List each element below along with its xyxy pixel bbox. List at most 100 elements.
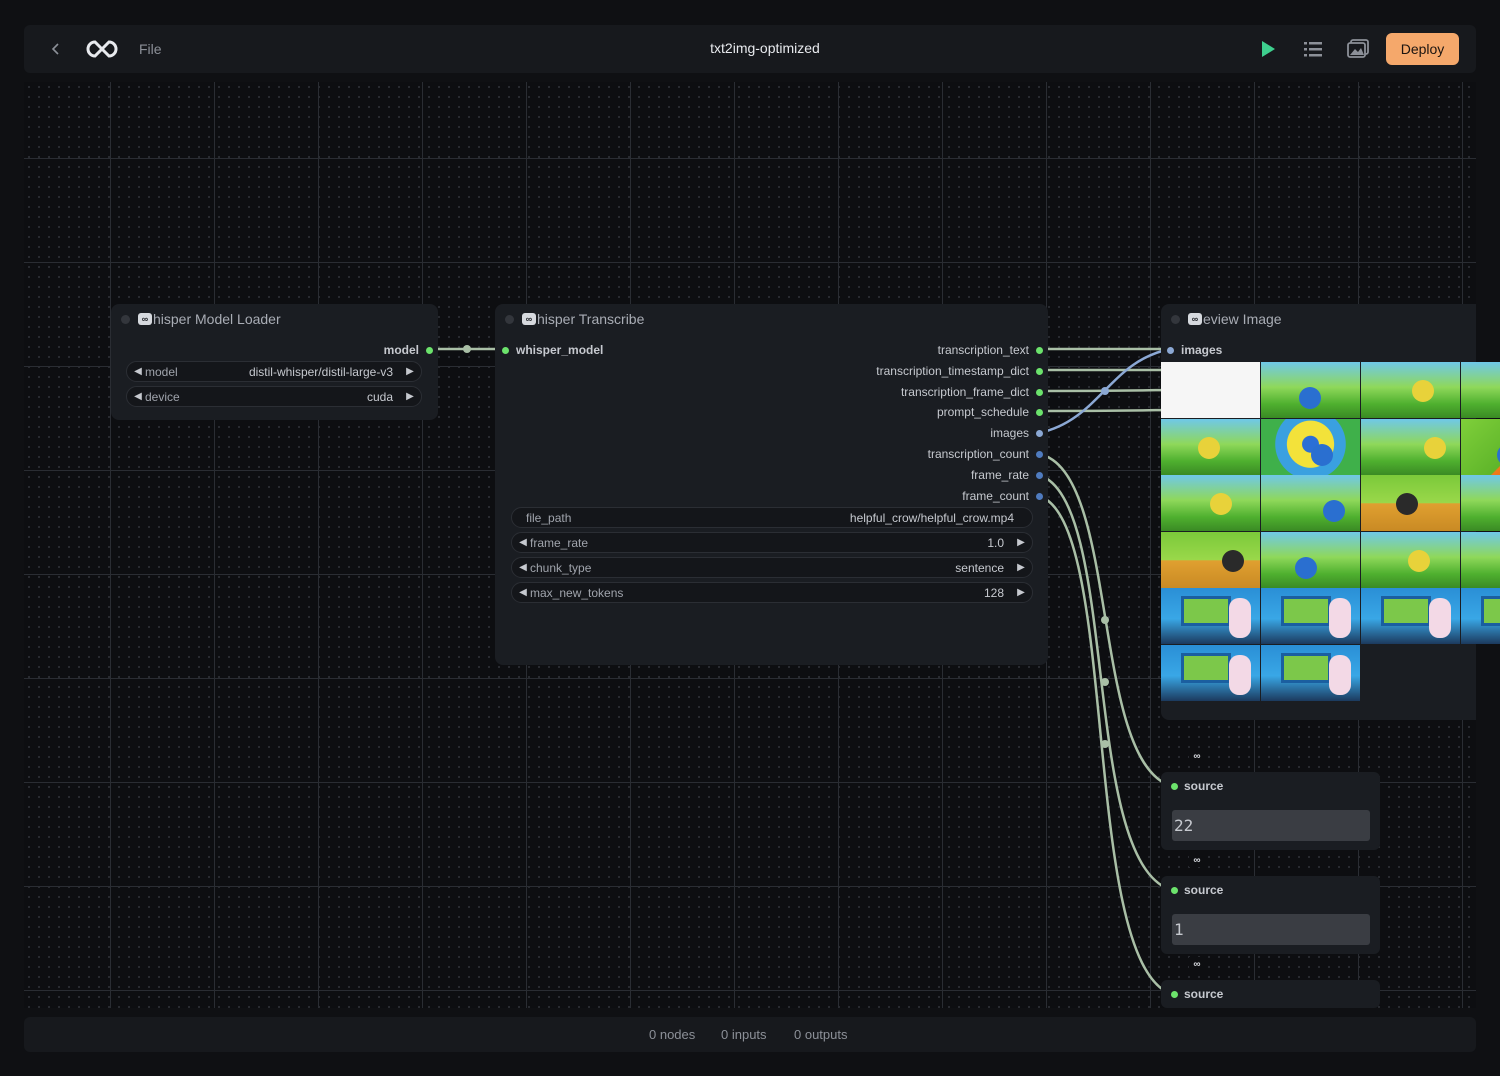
comfy-logo-icon: ∞ <box>522 313 536 325</box>
port-dot[interactable] <box>1167 346 1174 354</box>
preview-thumbnail[interactable] <box>1461 418 1500 475</box>
output-port-model[interactable]: model <box>300 343 433 357</box>
frame-rate-number[interactable]: ◀ frame_rate 1.0 ▶ <box>511 532 1033 553</box>
preview-thumbnail[interactable] <box>1161 362 1260 418</box>
increment-arrow-icon[interactable]: ▶ <box>1014 562 1028 573</box>
port-dot[interactable] <box>502 346 509 354</box>
thumbnail-character <box>1329 654 1351 695</box>
output-port-prompt-schedule[interactable]: prompt_schedule <box>780 405 1043 419</box>
port-dot[interactable] <box>1036 471 1043 479</box>
node-header[interactable]: ∞ hisper Model Loader <box>111 304 438 334</box>
preview-gallery[interactable] <box>1161 362 1500 702</box>
preview-thumbnail[interactable] <box>1461 588 1500 644</box>
input-port-images[interactable]: images <box>1167 343 1222 357</box>
chunk-type-select[interactable]: ◀ chunk_type sentence ▶ <box>511 557 1033 578</box>
source-node-1[interactable]: source 22 <box>1161 772 1380 850</box>
comfy-logo-icon[interactable] <box>86 38 118 60</box>
node-header[interactable]: ∞ hisper Transcribe <box>495 304 1048 334</box>
thumbnail-character <box>1329 598 1351 638</box>
port-dot[interactable] <box>426 346 433 354</box>
increment-arrow-icon[interactable]: ▶ <box>1014 537 1028 548</box>
output-port-transcription-count[interactable]: transcription_count <box>780 447 1043 461</box>
file-menu[interactable]: File <box>139 41 162 57</box>
output-port-frame-rate[interactable]: frame_rate <box>780 468 1043 482</box>
preview-thumbnail[interactable] <box>1261 588 1360 644</box>
play-icon[interactable] <box>1257 38 1279 60</box>
model-select[interactable]: ◀ model distil-whisper/distil-large-v3 ▶ <box>126 361 422 382</box>
preview-thumbnail[interactable] <box>1161 418 1260 475</box>
preview-thumbnail[interactable] <box>1161 644 1260 701</box>
output-port-transcription-timestamp-dict[interactable]: transcription_timestamp_dict <box>780 364 1043 378</box>
port-dot[interactable] <box>1036 450 1043 458</box>
source-value-input[interactable]: 22 <box>1172 810 1370 841</box>
preview-thumbnail[interactable] <box>1461 531 1500 588</box>
preview-thumbnail[interactable] <box>1461 475 1500 531</box>
port-dot[interactable] <box>1036 388 1043 396</box>
port-dot[interactable] <box>1171 990 1178 998</box>
source-value-input[interactable]: 1 <box>1172 914 1370 945</box>
port-dot[interactable] <box>1036 429 1043 437</box>
preview-thumbnail[interactable] <box>1261 475 1360 531</box>
preview-thumbnail[interactable] <box>1361 418 1460 475</box>
preview-thumbnail[interactable] <box>1461 362 1500 418</box>
collapse-dot[interactable] <box>1171 314 1180 324</box>
deploy-button[interactable]: Deploy <box>1386 33 1459 65</box>
preview-thumbnail[interactable] <box>1261 362 1360 418</box>
port-dot[interactable] <box>1036 367 1043 375</box>
preview-thumbnail[interactable] <box>1261 418 1360 475</box>
whisper-transcribe-node[interactable]: ∞ hisper Transcribe <box>495 304 1048 665</box>
output-port-transcription-text[interactable]: transcription_text <box>780 343 1043 357</box>
thumbnail-frame <box>1481 596 1500 626</box>
decrement-arrow-icon[interactable]: ◀ <box>516 562 530 573</box>
decrement-arrow-icon[interactable]: ◀ <box>516 587 530 598</box>
decrement-arrow-icon[interactable]: ◀ <box>131 366 145 377</box>
port-dot[interactable] <box>1036 408 1043 416</box>
back-button[interactable] <box>44 37 68 61</box>
thumbnail-frame <box>1181 652 1231 683</box>
thumbnail-character <box>1210 493 1232 515</box>
decrement-arrow-icon[interactable]: ◀ <box>516 537 530 548</box>
output-port-images[interactable]: images <box>780 426 1043 440</box>
list-icon[interactable] <box>1302 38 1324 60</box>
node-header[interactable]: ∞ eview Image <box>1161 304 1476 334</box>
preview-thumbnail[interactable] <box>1161 588 1260 644</box>
file-path-input[interactable]: file_path helpful_crow/helpful_crow.mp4 <box>511 507 1033 528</box>
input-port-whisper-model[interactable]: whisper_model <box>502 343 603 357</box>
device-select[interactable]: ◀ device cuda ▶ <box>126 386 422 407</box>
preview-thumbnail[interactable] <box>1261 644 1360 701</box>
increment-arrow-icon[interactable]: ▶ <box>1014 587 1028 598</box>
max-new-tokens-number[interactable]: ◀ max_new_tokens 128 ▶ <box>511 582 1033 603</box>
increment-arrow-icon[interactable]: ▶ <box>403 366 417 377</box>
thumbnail-frame <box>1281 596 1331 626</box>
thumbnail-frame <box>1181 596 1231 626</box>
node-title: hisper Transcribe <box>537 311 645 327</box>
preview-thumbnail[interactable] <box>1361 588 1460 644</box>
port-dot[interactable] <box>1036 346 1043 354</box>
preview-thumbnail[interactable] <box>1361 362 1460 418</box>
preview-thumbnail[interactable] <box>1161 531 1260 588</box>
collapse-dot[interactable] <box>505 314 514 324</box>
output-port-frame-count[interactable]: frame_count <box>780 489 1043 503</box>
preview-thumbnail[interactable] <box>1361 475 1460 531</box>
node-title: eview Image <box>1203 311 1282 327</box>
port-dot[interactable] <box>1171 886 1178 894</box>
back-icon <box>51 43 59 55</box>
decrement-arrow-icon[interactable]: ◀ <box>131 391 145 402</box>
thumbnail-frame <box>1381 596 1431 626</box>
output-count: 0 outputs <box>794 1027 848 1042</box>
node-title: hisper Model Loader <box>153 311 281 327</box>
port-dot[interactable] <box>1171 782 1178 790</box>
node-count: 0 nodes <box>649 1027 696 1042</box>
source-node-2[interactable]: source 1 <box>1161 876 1380 954</box>
source-node-3[interactable]: source <box>1161 980 1380 1008</box>
workflow-title[interactable]: txt2img-optimized <box>600 40 930 56</box>
collapse-dot[interactable] <box>121 314 130 324</box>
preview-thumbnail[interactable] <box>1261 531 1360 588</box>
port-dot[interactable] <box>1036 492 1043 500</box>
gallery-icon[interactable] <box>1346 37 1370 61</box>
thumbnail-character <box>1412 380 1434 402</box>
preview-thumbnail[interactable] <box>1161 475 1260 531</box>
output-port-transcription-frame-dict[interactable]: transcription_frame_dict <box>780 385 1043 399</box>
increment-arrow-icon[interactable]: ▶ <box>403 391 417 402</box>
preview-thumbnail[interactable] <box>1361 531 1460 588</box>
